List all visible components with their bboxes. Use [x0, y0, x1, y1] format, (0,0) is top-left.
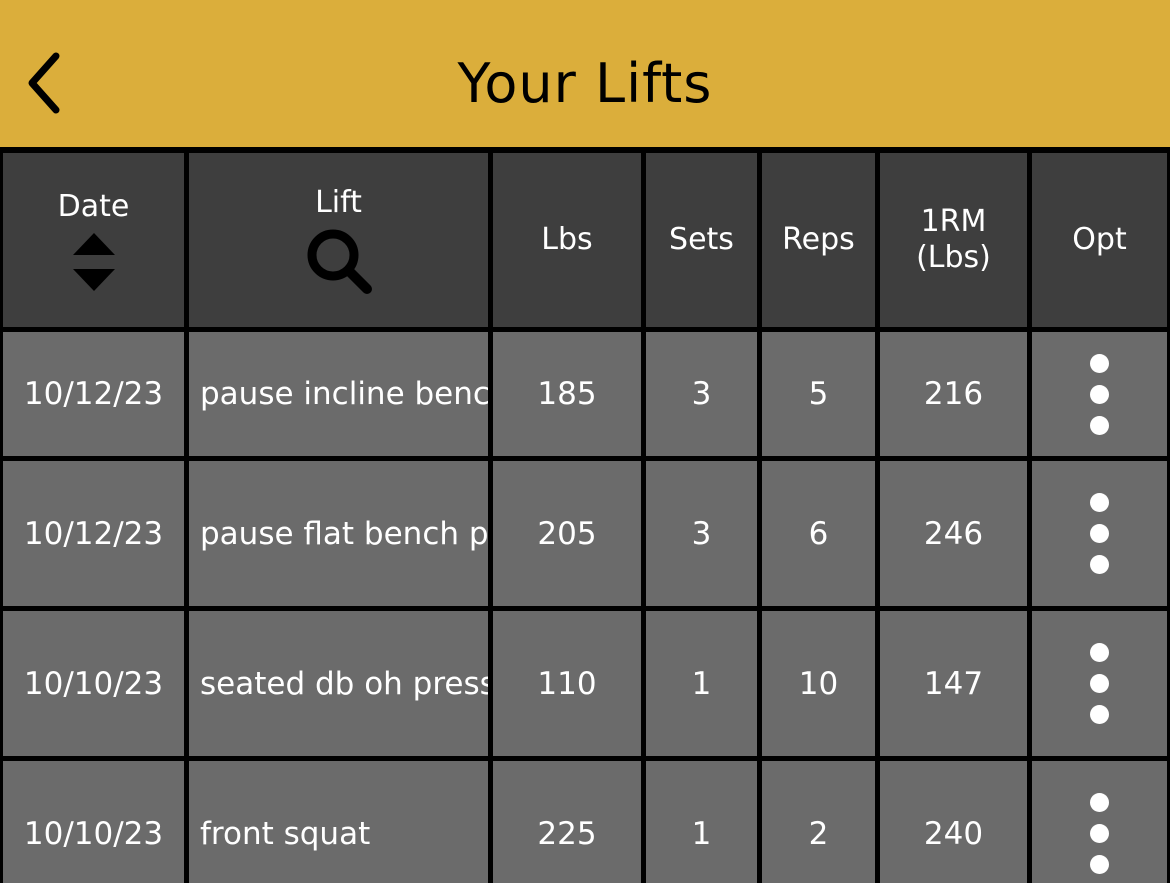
column-header-lbs: Lbs: [493, 153, 641, 327]
row-sets: 3: [646, 461, 757, 606]
row-lift[interactable]: pause incline bench press: [189, 332, 488, 456]
row-sets: 1: [646, 611, 757, 756]
row-lbs: 225: [493, 761, 641, 883]
row-reps: 6: [762, 461, 875, 606]
row-options-cell: [1032, 332, 1167, 456]
sort-icon[interactable]: [72, 233, 115, 291]
column-header-reps: Reps: [762, 153, 875, 327]
row-date: 10/12/23: [3, 461, 184, 606]
page-title: Your Lifts: [457, 52, 713, 115]
row-sets: 3: [646, 332, 757, 456]
column-header-lbs-label: Lbs: [541, 222, 593, 257]
row-reps: 2: [762, 761, 875, 883]
row-date: 10/10/23: [3, 611, 184, 756]
column-header-sets: Sets: [646, 153, 757, 327]
lifts-table: Date Lift Lbs Sets Reps 1RM (Lbs) Opt 10…: [0, 150, 1170, 883]
column-header-date-label: Date: [57, 189, 130, 224]
row-date: 10/12/23: [3, 332, 184, 456]
row-options-cell: [1032, 461, 1167, 606]
column-header-lift-label: Lift: [315, 185, 362, 220]
column-header-sets-label: Sets: [669, 222, 734, 257]
more-vertical-icon[interactable]: [1090, 353, 1109, 435]
column-header-1rm: 1RM (Lbs): [880, 153, 1027, 327]
column-header-1rm-label: 1RM: [920, 204, 987, 239]
search-icon[interactable]: [305, 227, 373, 295]
row-options-cell: [1032, 611, 1167, 756]
row-lbs: 205: [493, 461, 641, 606]
row-1rm: 246: [880, 461, 1027, 606]
row-reps: 5: [762, 332, 875, 456]
row-1rm: 216: [880, 332, 1027, 456]
row-reps: 10: [762, 611, 875, 756]
row-lift[interactable]: front squat: [189, 761, 488, 883]
column-header-opt: Opt: [1032, 153, 1167, 327]
row-1rm: 240: [880, 761, 1027, 883]
row-lift[interactable]: seated db oh press: [189, 611, 488, 756]
column-header-1rm-unit: (Lbs): [916, 240, 991, 275]
more-vertical-icon[interactable]: [1090, 643, 1109, 724]
column-header-opt-label: Opt: [1072, 222, 1127, 257]
row-sets: 1: [646, 761, 757, 883]
row-lbs: 185: [493, 332, 641, 456]
column-header-date: Date: [3, 153, 184, 327]
column-header-lift: Lift: [189, 153, 488, 327]
row-date: 10/10/23: [3, 761, 184, 883]
column-header-reps-label: Reps: [782, 222, 855, 257]
row-1rm: 147: [880, 611, 1027, 756]
app-header: Your Lifts: [0, 0, 1170, 150]
row-lbs: 110: [493, 611, 641, 756]
more-vertical-icon[interactable]: [1090, 793, 1109, 874]
more-vertical-icon[interactable]: [1090, 493, 1109, 574]
row-options-cell: [1032, 761, 1167, 883]
row-lift[interactable]: pause flat bench press: [189, 461, 488, 606]
